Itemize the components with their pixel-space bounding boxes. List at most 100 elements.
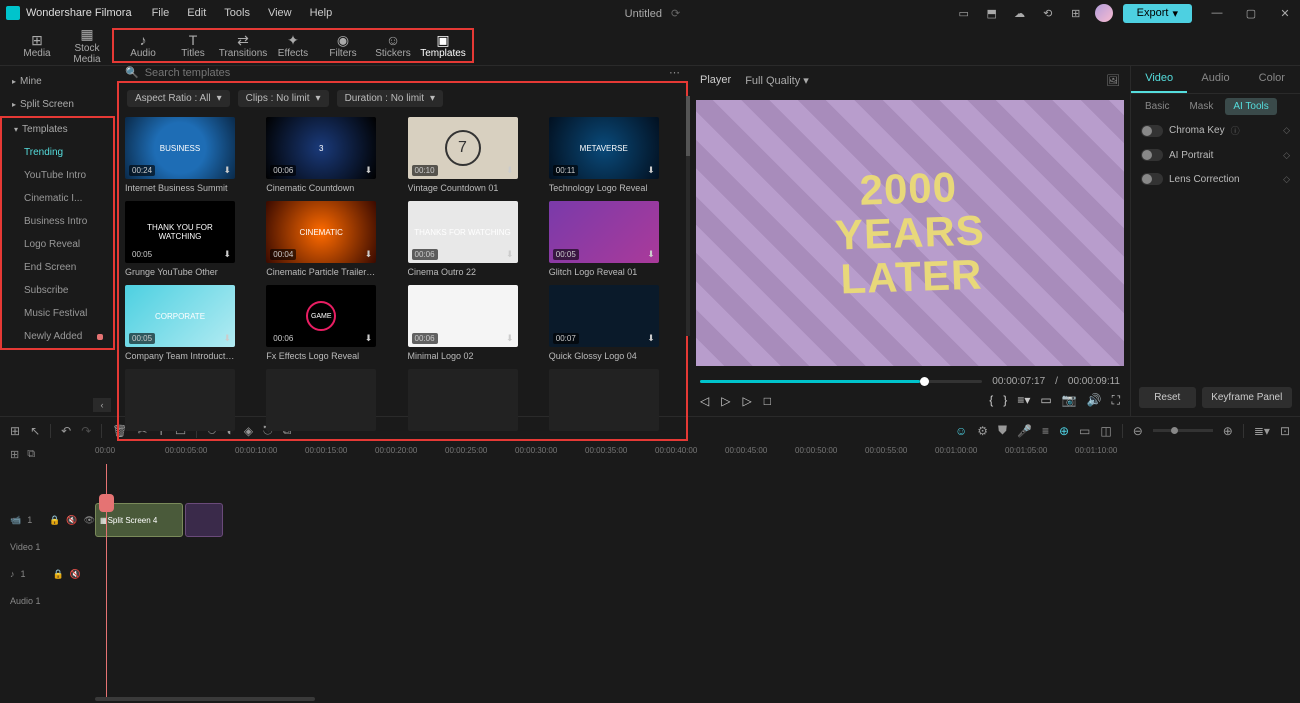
tl-smile-icon[interactable]: ☺	[955, 424, 967, 438]
filter-aspect-ratio[interactable]: Aspect Ratio : All▾	[127, 90, 230, 107]
download-icon[interactable]: ⬇	[506, 249, 514, 260]
tab-templates[interactable]: ▣Templates	[418, 32, 468, 59]
close-button[interactable]: ✕	[1276, 4, 1294, 22]
template-card[interactable]: 300:06⬇Cinematic Countdown	[266, 117, 376, 193]
template-card[interactable]: BUSINESS00:24⬇Internet Business Summit	[125, 117, 235, 193]
template-card[interactable]: 00:05⬇Glitch Logo Reveal 01	[549, 201, 659, 277]
tab-media[interactable]: ⊞Media	[12, 32, 62, 59]
toggle-lens-correction[interactable]	[1141, 173, 1163, 185]
sidebar-item-templates[interactable]: ▾Templates	[2, 118, 113, 141]
fullscreen-icon[interactable]: ⛶	[1112, 393, 1120, 408]
menu-help[interactable]: Help	[310, 7, 333, 19]
tl-list-icon[interactable]: ≣▾	[1254, 424, 1270, 438]
link-tracks-icon[interactable]: ⧉	[27, 448, 35, 461]
sidebar-item-split-screen[interactable]: ▸Split Screen	[0, 93, 115, 116]
more-icon[interactable]: ⋯	[669, 66, 680, 79]
template-thumb[interactable]: CINEMATIC00:04⬇	[266, 201, 376, 263]
info-icon[interactable]: ⓘ	[1231, 124, 1240, 137]
template-thumb[interactable]: 700:10⬇	[408, 117, 518, 179]
download-icon[interactable]: ⬇	[506, 333, 514, 344]
tl-gear-icon[interactable]: ⚙	[977, 424, 988, 438]
sidebar-sub-trending[interactable]: Trending	[2, 141, 113, 164]
filter-duration[interactable]: Duration : No limit▾	[337, 90, 444, 107]
browser-scrollbar[interactable]	[686, 96, 690, 336]
tl-cursor-icon[interactable]: ↖	[30, 424, 40, 438]
template-thumb[interactable]: THANKS FOR WATCHING00:06⬇	[408, 201, 518, 263]
refresh-icon[interactable]: ⟳	[671, 8, 680, 20]
template-card[interactable]: 700:10⬇Vintage Countdown 01	[408, 117, 518, 193]
sidebar-sub-end-screen[interactable]: End Screen	[2, 256, 113, 279]
template-thumb[interactable]	[125, 369, 235, 431]
download-icon[interactable]: ⬇	[365, 333, 373, 344]
template-thumb[interactable]: 00:07⬇	[549, 285, 659, 347]
tl-mic-icon[interactable]: 🎤	[1017, 424, 1032, 438]
download-icon[interactable]: ⬇	[223, 333, 231, 344]
bracket-in-icon[interactable]: {	[989, 393, 993, 408]
template-thumb[interactable]	[549, 369, 659, 431]
avatar[interactable]	[1095, 4, 1113, 22]
keyframe-panel-button[interactable]: Keyframe Panel	[1202, 387, 1292, 408]
audio-track-area[interactable]	[95, 554, 1300, 594]
props-sub-mask[interactable]: Mask	[1181, 98, 1221, 115]
download-icon[interactable]: ⬇	[223, 165, 231, 176]
stop-button[interactable]: □	[764, 394, 771, 408]
template-card[interactable]: THANKS FOR WATCHING00:06⬇Cinema Outro 22	[408, 201, 518, 277]
save-icon[interactable]: ⬒	[983, 4, 1001, 22]
sidebar-sub-subscribe[interactable]: Subscribe	[2, 279, 113, 302]
tab-audio[interactable]: ♪Audio	[118, 32, 168, 59]
apps-icon[interactable]: ⊞	[1067, 4, 1085, 22]
props-tab-audio[interactable]: Audio	[1187, 66, 1243, 93]
template-thumb[interactable]: METAVERSE00:11⬇	[549, 117, 659, 179]
progress-bar[interactable]	[700, 380, 982, 383]
template-thumb[interactable]: BUSINESS00:24⬇	[125, 117, 235, 179]
sidebar-sub-music-festival[interactable]: Music Festival	[2, 302, 113, 325]
props-tab-video[interactable]: Video	[1131, 66, 1187, 93]
template-card[interactable]: 00:06⬇Minimal Logo 02	[408, 285, 518, 361]
timeline-scrollbar[interactable]	[0, 697, 1300, 703]
template-card[interactable]	[266, 369, 376, 435]
props-sub-ai-tools[interactable]: AI Tools	[1225, 98, 1276, 115]
menu-file[interactable]: File	[152, 7, 170, 19]
template-thumb[interactable]	[408, 369, 518, 431]
download-icon[interactable]: ⬇	[647, 165, 655, 176]
keyframe-diamond-icon[interactable]: ◇	[1283, 125, 1290, 136]
screen-icon[interactable]: ▭	[955, 4, 973, 22]
lock-icon[interactable]: 🔒	[49, 515, 60, 526]
step-back-button[interactable]: ◁	[700, 394, 709, 408]
export-button[interactable]: Export▾	[1123, 4, 1192, 23]
template-card[interactable]: GAME00:06⬇Fx Effects Logo Reveal	[266, 285, 376, 361]
cloud-icon[interactable]: ☁	[1011, 4, 1029, 22]
tl-redo-icon[interactable]: ↷	[81, 424, 91, 438]
download-icon[interactable]: ⬇	[365, 165, 373, 176]
sidebar-sub-newly-added[interactable]: Newly Added	[2, 325, 113, 348]
sync-icon[interactable]: ⟲	[1039, 4, 1057, 22]
template-card[interactable]: CINEMATIC00:04⬇Cinematic Particle Traile…	[266, 201, 376, 277]
tab-transitions[interactable]: ⇄Transitions	[218, 32, 268, 59]
menu-edit[interactable]: Edit	[187, 7, 206, 19]
tl-marker-icon[interactable]: ◫	[1100, 424, 1111, 438]
tl-zoom-in-icon[interactable]: ⊕	[1223, 424, 1233, 438]
video-track-area[interactable]: ▦ Split Screen 4	[95, 500, 1300, 540]
track-manager-icon[interactable]: ⊞	[10, 448, 19, 461]
playhead[interactable]	[106, 464, 107, 697]
quality-select[interactable]: Full Quality ▾	[745, 74, 809, 87]
tl-undo-icon[interactable]: ↶	[61, 424, 71, 438]
step-fwd-button[interactable]: ▷	[742, 394, 751, 408]
bracket-out-icon[interactable]: }	[1003, 393, 1007, 408]
play-button[interactable]: ▷	[721, 394, 730, 408]
maximize-button[interactable]: ▢	[1242, 4, 1260, 22]
tl-mixer-icon[interactable]: ≡	[1042, 424, 1049, 438]
eye-icon[interactable]: 👁	[84, 515, 95, 526]
reset-button[interactable]: Reset	[1139, 387, 1196, 408]
template-card[interactable]	[549, 369, 659, 435]
minimize-button[interactable]: —	[1208, 4, 1226, 22]
template-card[interactable]: CORPORATE00:05⬇Company Team Introduction	[125, 285, 235, 361]
props-tab-color[interactable]: Color	[1244, 66, 1300, 93]
template-thumb[interactable]: THANK YOU FOR WATCHING00:05⬇	[125, 201, 235, 263]
mute-icon[interactable]: 🔇	[66, 515, 77, 526]
download-icon[interactable]: ⬇	[365, 249, 373, 260]
sidebar-sub-logo-reveal[interactable]: Logo Reveal	[2, 233, 113, 256]
template-thumb[interactable]: CORPORATE00:05⬇	[125, 285, 235, 347]
sidebar-item-mine[interactable]: ▸Mine	[0, 70, 115, 93]
scrollbar-thumb[interactable]	[686, 96, 690, 156]
